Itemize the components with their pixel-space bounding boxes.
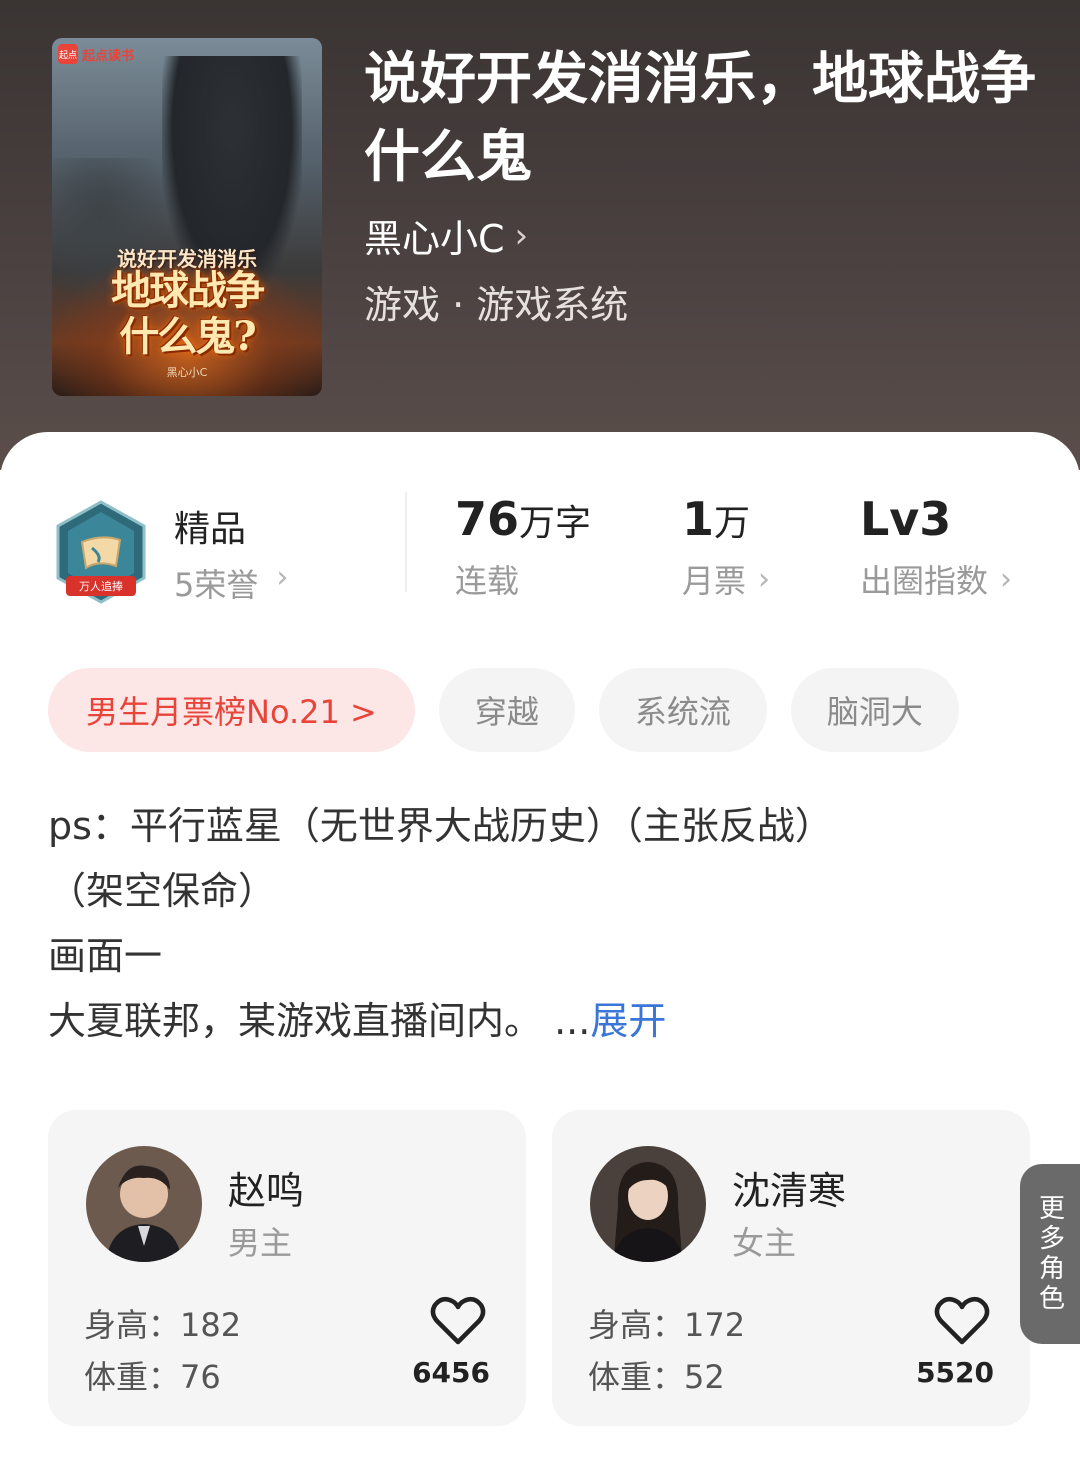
honor-badge-icon[interactable]: 万人追捧 bbox=[52, 500, 150, 608]
character-role: 女主 bbox=[732, 1224, 797, 1262]
cover-title-line-1: 地球战争 bbox=[111, 267, 265, 314]
cover-title-line-2: 什么鬼? bbox=[119, 313, 256, 360]
qidian-logo-icon: 起点 bbox=[58, 44, 78, 64]
book-detail-card: 万人追捧 精品 5荣誉 › 76万字 连载 1万 月票 › Lv3 出圈指数 › 男… bbox=[0, 432, 1080, 1464]
author-name: 黑心小C bbox=[364, 217, 505, 261]
honor-link[interactable]: 5荣誉 › bbox=[174, 560, 288, 606]
book-title: 说好开发消消乐，地球战争什么鬼 bbox=[364, 46, 1036, 190]
level-label: 出圈指数 bbox=[860, 562, 989, 600]
tickets-label: 月票 bbox=[682, 562, 747, 600]
stat-monthly-tickets[interactable]: 1万 月票 › bbox=[682, 492, 770, 602]
character-name: 沈清寒 bbox=[732, 1169, 847, 1213]
stat-words: 76万字 连载 bbox=[455, 492, 591, 602]
stats-row: 万人追捧 精品 5荣誉 › 76万字 连载 1万 月票 › Lv3 出圈指数 › bbox=[0, 432, 1080, 622]
divider bbox=[405, 492, 407, 592]
intro-line: 大夏联邦，某游戏直播间内。 ... bbox=[48, 999, 591, 1043]
tickets-unit: 万 bbox=[714, 503, 751, 544]
intro-line: （架空保命） bbox=[48, 869, 277, 913]
chevron-right-icon: › bbox=[758, 561, 771, 597]
character-height: 身高：172 bbox=[588, 1306, 746, 1344]
cover-author: 黑心小C bbox=[166, 366, 208, 379]
book-intro[interactable]: ps：平行蓝星（无世界大战历史）（主张反战） （架空保命） 画面一 大夏联邦，某… bbox=[48, 794, 1038, 1054]
expand-link[interactable]: 展开 bbox=[590, 999, 666, 1043]
like-count: 5520 bbox=[916, 1356, 994, 1389]
cover-title-big: 地球战争 什么鬼? bbox=[52, 268, 322, 360]
tag-naodongda[interactable]: 脑洞大 bbox=[790, 668, 959, 752]
heart-outline-icon[interactable] bbox=[430, 1296, 486, 1346]
tag-row: 男生月票榜No.21 > 穿越 系统流 脑洞大 bbox=[48, 668, 959, 752]
book-header: 起点 起点读书 说好开发消消乐 地球战争 什么鬼? 黑心小C 说好开发消消乐，地… bbox=[0, 0, 1080, 470]
intro-line-last: 大夏联邦，某游戏直播间内。 ...展开 bbox=[48, 989, 1038, 1054]
chevron-right-icon: › bbox=[514, 215, 529, 256]
honor-title: 精品 bbox=[174, 509, 247, 550]
cover-brand: 起点 起点读书 bbox=[58, 44, 134, 64]
stat-breakout-index[interactable]: Lv3 出圈指数 › bbox=[860, 492, 1012, 602]
cover-brand-label: 起点读书 bbox=[82, 48, 135, 64]
tag-chuanyue[interactable]: 穿越 bbox=[438, 668, 575, 752]
heart-outline-icon[interactable] bbox=[934, 1296, 990, 1346]
author-link[interactable]: 黑心小C › bbox=[364, 208, 528, 263]
book-cover[interactable]: 起点 起点读书 说好开发消消乐 地球战争 什么鬼? 黑心小C bbox=[52, 38, 322, 396]
character-weight: 体重：76 bbox=[84, 1358, 221, 1396]
words-status: 连载 bbox=[455, 562, 520, 600]
chevron-right-icon: › bbox=[276, 560, 289, 595]
character-avatar bbox=[590, 1146, 706, 1262]
character-role: 男主 bbox=[228, 1224, 293, 1262]
rank-tag[interactable]: 男生月票榜No.21 > bbox=[48, 668, 415, 752]
more-roles-button[interactable]: 更多角色 bbox=[1020, 1164, 1080, 1344]
book-genre[interactable]: 游戏 · 游戏系统 bbox=[364, 274, 628, 329]
words-unit: 万字 bbox=[519, 503, 592, 544]
chevron-right-icon: › bbox=[1000, 561, 1013, 597]
character-height: 身高：182 bbox=[84, 1306, 242, 1344]
like-count: 6456 bbox=[412, 1356, 490, 1389]
tickets-count: 1 bbox=[682, 492, 715, 546]
words-count: 76 bbox=[455, 492, 520, 546]
tag-xitongliu[interactable]: 系统流 bbox=[598, 668, 767, 752]
intro-line: 画面一 bbox=[48, 934, 163, 978]
honor-count: 5荣誉 bbox=[174, 566, 259, 604]
honor-badge-label: 万人追捧 bbox=[79, 579, 123, 593]
character-card[interactable]: 赵鸣 男主 身高：182 体重：76 6456 bbox=[48, 1110, 526, 1426]
intro-line: ps：平行蓝星（无世界大战历史）（主张反战） bbox=[48, 804, 833, 848]
character-weight: 体重：52 bbox=[588, 1358, 725, 1396]
character-card[interactable]: 沈清寒 女主 身高：172 体重：52 5520 bbox=[552, 1110, 1030, 1426]
character-avatar bbox=[86, 1146, 202, 1262]
level-value: Lv3 bbox=[860, 492, 952, 546]
character-name: 赵鸣 bbox=[228, 1169, 305, 1213]
